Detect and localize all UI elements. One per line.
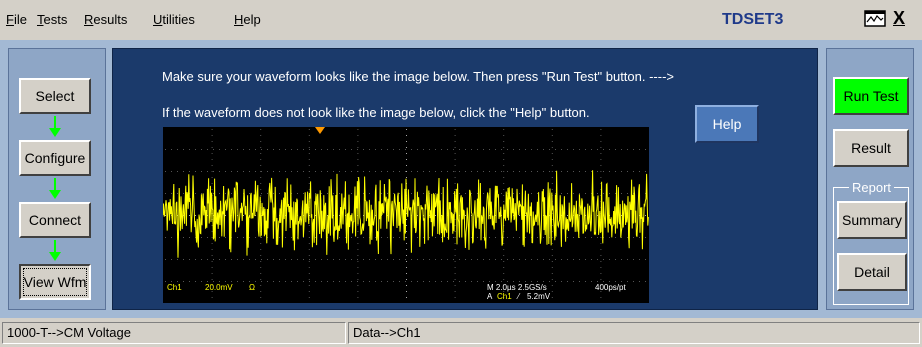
minimize-window-icon[interactable] (864, 10, 886, 28)
status-test-name: 1000-T-->CM Voltage (2, 322, 346, 344)
result-button[interactable]: Result (833, 129, 909, 167)
status-data-source: Data-->Ch1 (348, 322, 920, 344)
run-test-button[interactable]: Run Test (833, 77, 909, 115)
scope-trigger-prefix: A (487, 292, 493, 301)
view-wfm-button[interactable]: View Wfm (19, 264, 91, 300)
reference-waveform-image: Ch1 20.0mV Ω M 2.0µs 2.5GS/s 400ps/pt A … (163, 127, 649, 303)
scope-ohm: Ω (249, 283, 255, 292)
status-bar: 1000-T-->CM Voltage Data-->Ch1 (0, 318, 922, 347)
scope-timebase: M 2.0µs 2.5GS/s (487, 283, 547, 292)
arrow-down-icon (49, 240, 61, 261)
report-label: Report (849, 180, 895, 195)
scope-channel-label: Ch1 (167, 283, 182, 292)
select-button[interactable]: Select (19, 78, 91, 114)
connect-button[interactable]: Connect (19, 202, 91, 238)
help-button[interactable]: Help (695, 105, 759, 143)
configure-button[interactable]: Configure (19, 140, 91, 176)
main-area: Select Configure Connect View Wfm Make s… (0, 40, 922, 318)
close-button[interactable]: X (893, 8, 905, 29)
menu-utilities[interactable]: Utilities (153, 12, 195, 27)
right-action-panel: Run Test Result Report Summary Detail (826, 48, 914, 310)
menu-help[interactable]: Help (234, 12, 261, 27)
app-title: TDSET3 (722, 11, 784, 28)
menu-tests[interactable]: Tests (37, 12, 67, 27)
menu-bar: File Tests Results Utilities Help TDSET3… (0, 0, 922, 40)
menu-results[interactable]: Results (84, 12, 127, 27)
scope-trigger-slope: ⁄ (516, 292, 521, 301)
scope-resolution: 400ps/pt (595, 283, 626, 292)
waveform-display: Ch1 20.0mV Ω M 2.0µs 2.5GS/s 400ps/pt A … (163, 127, 649, 301)
scope-trigger-level: 5.2mV (527, 292, 551, 301)
summary-button[interactable]: Summary (837, 201, 907, 239)
arrow-down-icon (49, 178, 61, 199)
detail-button[interactable]: Detail (837, 253, 907, 291)
left-nav-panel: Select Configure Connect View Wfm (8, 48, 106, 310)
menu-file[interactable]: File (6, 12, 27, 27)
instruction-panel: Make sure your waveform looks like the i… (112, 48, 818, 310)
arrow-down-icon (49, 116, 61, 137)
instruction-line-1: Make sure your waveform looks like the i… (162, 69, 675, 84)
scope-scale: 20.0mV (205, 283, 233, 292)
trigger-position-icon (315, 127, 325, 134)
scope-trigger-source: Ch1 (497, 292, 512, 301)
instruction-line-2: If the waveform does not look like the i… (162, 105, 590, 120)
